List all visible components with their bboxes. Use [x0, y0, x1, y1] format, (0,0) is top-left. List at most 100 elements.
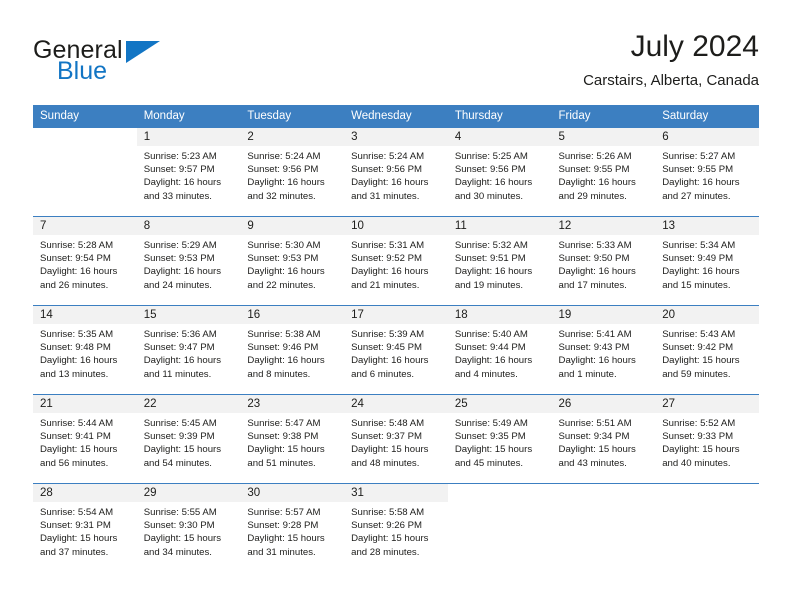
daylight-text-cont: and 15 minutes. — [662, 279, 731, 291]
daylight-text-cont: and 30 minutes. — [454, 190, 524, 202]
day-details: Sunrise: 5:24 AM Sunset: 9:56 PM Daylight:… — [240, 146, 344, 203]
day-number: 28 — [33, 484, 137, 502]
sunset-text: Sunset: 9:44 PM — [454, 342, 526, 354]
daylight-text: Daylight: 15 hours — [662, 355, 740, 367]
sunset-text: Sunset: 9:49 PM — [662, 253, 734, 265]
logo-triangle-icon — [126, 41, 160, 63]
daylight-text-cont: and 13 minutes. — [40, 368, 109, 380]
daylight-text: Daylight: 15 hours — [143, 444, 222, 456]
sunrise-text: Sunrise: 5:31 AM — [351, 240, 425, 251]
daylight-text: Daylight: 15 hours — [40, 533, 118, 545]
daylight-text: Daylight: 16 hours — [454, 355, 533, 367]
daylight-text: Daylight: 16 hours — [454, 266, 533, 278]
daylight-text-cont: and 59 minutes. — [662, 368, 731, 380]
day-number: 22 — [136, 395, 241, 413]
day-number: 12 — [551, 217, 656, 235]
calendar-day-cell[interactable]: 3 Sunrise: 5:24 AM Sunset: 9:56 PM Daylight… — [344, 127, 448, 217]
calendar-day-cell[interactable]: 13 Sunrise: 5:34 AM Sunset: 9:49 PM Dayligh… — [655, 216, 759, 306]
daylight-text-cont: and 6 minutes. — [351, 368, 415, 380]
day-number: 30 — [240, 484, 345, 502]
calendar-day-cell-empty — [33, 127, 137, 217]
calendar-week-row: 7 Sunrise: 5:28 AM Sunset: 9:54 PM Daylight… — [33, 216, 759, 306]
daylight-text: Daylight: 16 hours — [247, 355, 325, 367]
sunrise-text: Sunrise: 5:24 AM — [247, 151, 321, 162]
daylight-text: Daylight: 16 hours — [143, 177, 222, 189]
day-number: 1 — [136, 128, 241, 146]
sunset-text: Sunset: 9:50 PM — [558, 253, 630, 265]
calendar-day-cell[interactable]: 31 Sunrise: 5:58 AM Sunset: 9:26 PM Dayligh… — [344, 483, 448, 573]
calendar-day-cell[interactable]: 19 Sunrise: 5:41 AM Sunset: 9:43 PM Dayligh… — [551, 305, 656, 395]
sunset-text: Sunset: 9:30 PM — [143, 520, 215, 532]
calendar-day-cell[interactable]: 27 Sunrise: 5:52 AM Sunset: 9:33 PM Dayligh… — [655, 394, 759, 484]
calendar-day-cell[interactable]: 16 Sunrise: 5:38 AM Sunset: 9:46 PM Dayligh… — [240, 305, 345, 395]
calendar-day-cell[interactable]: 5 Sunrise: 5:26 AM Sunset: 9:55 PM Daylight… — [551, 127, 656, 217]
calendar-day-cell[interactable]: 21 Sunrise: 5:44 AM Sunset: 9:41 PM Dayligh… — [33, 394, 137, 484]
day-details: Sunrise: 5:30 AM Sunset: 9:53 PM Daylight:… — [240, 235, 344, 292]
calendar-day-cell[interactable]: 26 Sunrise: 5:51 AM Sunset: 9:34 PM Dayligh… — [551, 394, 656, 484]
sunrise-text: Sunrise: 5:29 AM — [143, 240, 217, 251]
calendar-day-cell-empty — [655, 483, 759, 573]
daylight-text-cont: and 31 minutes. — [351, 190, 420, 202]
sunrise-text: Sunrise: 5:57 AM — [247, 507, 321, 518]
calendar-day-cell[interactable]: 11 Sunrise: 5:32 AM Sunset: 9:51 PM Dayligh… — [447, 216, 552, 306]
daylight-text-cont: and 8 minutes. — [247, 368, 311, 380]
day-details: Sunrise: 5:54 AM Sunset: 9:31 PM Daylight:… — [33, 502, 137, 559]
calendar-day-cell[interactable]: 12 Sunrise: 5:33 AM Sunset: 9:50 PM Dayligh… — [551, 216, 656, 306]
day-number: 26 — [551, 395, 656, 413]
daylight-text: Daylight: 15 hours — [351, 533, 429, 545]
calendar-day-cell[interactable]: 18 Sunrise: 5:40 AM Sunset: 9:44 PM Dayligh… — [447, 305, 552, 395]
calendar-day-cell[interactable]: 10 Sunrise: 5:31 AM Sunset: 9:52 PM Dayligh… — [344, 216, 448, 306]
day-details: Sunrise: 5:43 AM Sunset: 9:42 PM Daylight:… — [655, 324, 759, 381]
calendar-day-cell[interactable]: 7 Sunrise: 5:28 AM Sunset: 9:54 PM Daylight… — [33, 216, 137, 306]
sunset-text: Sunset: 9:53 PM — [247, 253, 319, 265]
sunrise-text: Sunrise: 5:24 AM — [351, 151, 425, 162]
day-number: 19 — [551, 306, 656, 324]
calendar-day-cell[interactable]: 24 Sunrise: 5:48 AM Sunset: 9:37 PM Dayligh… — [344, 394, 448, 484]
calendar-day-cell[interactable]: 20 Sunrise: 5:43 AM Sunset: 9:42 PM Dayligh… — [655, 305, 759, 395]
daylight-text: Daylight: 15 hours — [247, 533, 325, 545]
calendar-day-cell[interactable]: 22 Sunrise: 5:45 AM Sunset: 9:39 PM Dayligh… — [136, 394, 241, 484]
sunset-text: Sunset: 9:41 PM — [40, 431, 111, 443]
calendar-day-cell[interactable]: 8 Sunrise: 5:29 AM Sunset: 9:53 PM Daylight… — [136, 216, 241, 306]
calendar-day-cell[interactable]: 29 Sunrise: 5:55 AM Sunset: 9:30 PM Dayligh… — [136, 483, 241, 573]
sunrise-text: Sunrise: 5:54 AM — [40, 507, 114, 518]
daylight-text-cont: and 56 minutes. — [40, 457, 109, 469]
calendar-day-cell[interactable]: 23 Sunrise: 5:47 AM Sunset: 9:38 PM Dayligh… — [240, 394, 345, 484]
daylight-text-cont: and 32 minutes. — [247, 190, 316, 202]
sunrise-text: Sunrise: 5:30 AM — [247, 240, 321, 251]
calendar-day-cell[interactable]: 25 Sunrise: 5:49 AM Sunset: 9:35 PM Dayligh… — [447, 394, 552, 484]
sunset-text: Sunset: 9:39 PM — [143, 431, 215, 443]
calendar-day-cell[interactable]: 30 Sunrise: 5:57 AM Sunset: 9:28 PM Dayligh… — [240, 483, 345, 573]
day-details: Sunrise: 5:57 AM Sunset: 9:28 PM Daylight:… — [240, 502, 344, 559]
sunset-text: Sunset: 9:56 PM — [247, 164, 319, 176]
day-details: Sunrise: 5:51 AM Sunset: 9:34 PM Daylight:… — [552, 413, 656, 470]
sunset-text: Sunset: 9:55 PM — [662, 164, 734, 176]
day-number — [552, 484, 656, 502]
calendar-day-cell[interactable]: 1 Sunrise: 5:23 AM Sunset: 9:57 PM Daylight… — [136, 127, 241, 217]
sunset-text: Sunset: 9:42 PM — [662, 342, 734, 354]
daylight-text: Daylight: 16 hours — [558, 177, 636, 189]
daylight-text: Daylight: 16 hours — [662, 177, 740, 189]
day-number: 20 — [655, 306, 759, 324]
calendar-week-row: 21 Sunrise: 5:44 AM Sunset: 9:41 PM Dayligh… — [33, 394, 759, 484]
sunrise-text: Sunrise: 5:48 AM — [351, 418, 425, 429]
day-details: Sunrise: 5:44 AM Sunset: 9:41 PM Daylight:… — [33, 413, 137, 470]
daylight-text-cont: and 11 minutes. — [143, 368, 212, 380]
calendar-day-cell[interactable]: 17 Sunrise: 5:39 AM Sunset: 9:45 PM Dayligh… — [344, 305, 448, 395]
calendar-day-cell[interactable]: 2 Sunrise: 5:24 AM Sunset: 9:56 PM Daylight… — [240, 127, 345, 217]
sunset-text: Sunset: 9:57 PM — [143, 164, 215, 176]
calendar-day-cell[interactable]: 15 Sunrise: 5:36 AM Sunset: 9:47 PM Dayligh… — [136, 305, 241, 395]
calendar-day-cell[interactable]: 4 Sunrise: 5:25 AM Sunset: 9:56 PM Daylight… — [447, 127, 552, 217]
sunrise-text: Sunrise: 5:39 AM — [351, 329, 425, 340]
calendar-day-cell[interactable]: 14 Sunrise: 5:35 AM Sunset: 9:48 PM Dayligh… — [33, 305, 137, 395]
calendar-day-cell[interactable]: 9 Sunrise: 5:30 AM Sunset: 9:53 PM Daylight… — [240, 216, 345, 306]
sunrise-text: Sunrise: 5:52 AM — [662, 418, 736, 429]
daylight-text-cont: and 37 minutes. — [40, 546, 109, 558]
sunset-text: Sunset: 9:37 PM — [351, 431, 423, 443]
day-number: 9 — [240, 217, 345, 235]
calendar-day-cell[interactable]: 6 Sunrise: 5:27 AM Sunset: 9:55 PM Daylight… — [655, 127, 759, 217]
day-number: 6 — [655, 128, 759, 146]
day-details: Sunrise: 5:47 AM Sunset: 9:38 PM Daylight:… — [240, 413, 344, 470]
day-number: 16 — [240, 306, 345, 324]
calendar-day-cell[interactable]: 28 Sunrise: 5:54 AM Sunset: 9:31 PM Dayligh… — [33, 483, 137, 573]
